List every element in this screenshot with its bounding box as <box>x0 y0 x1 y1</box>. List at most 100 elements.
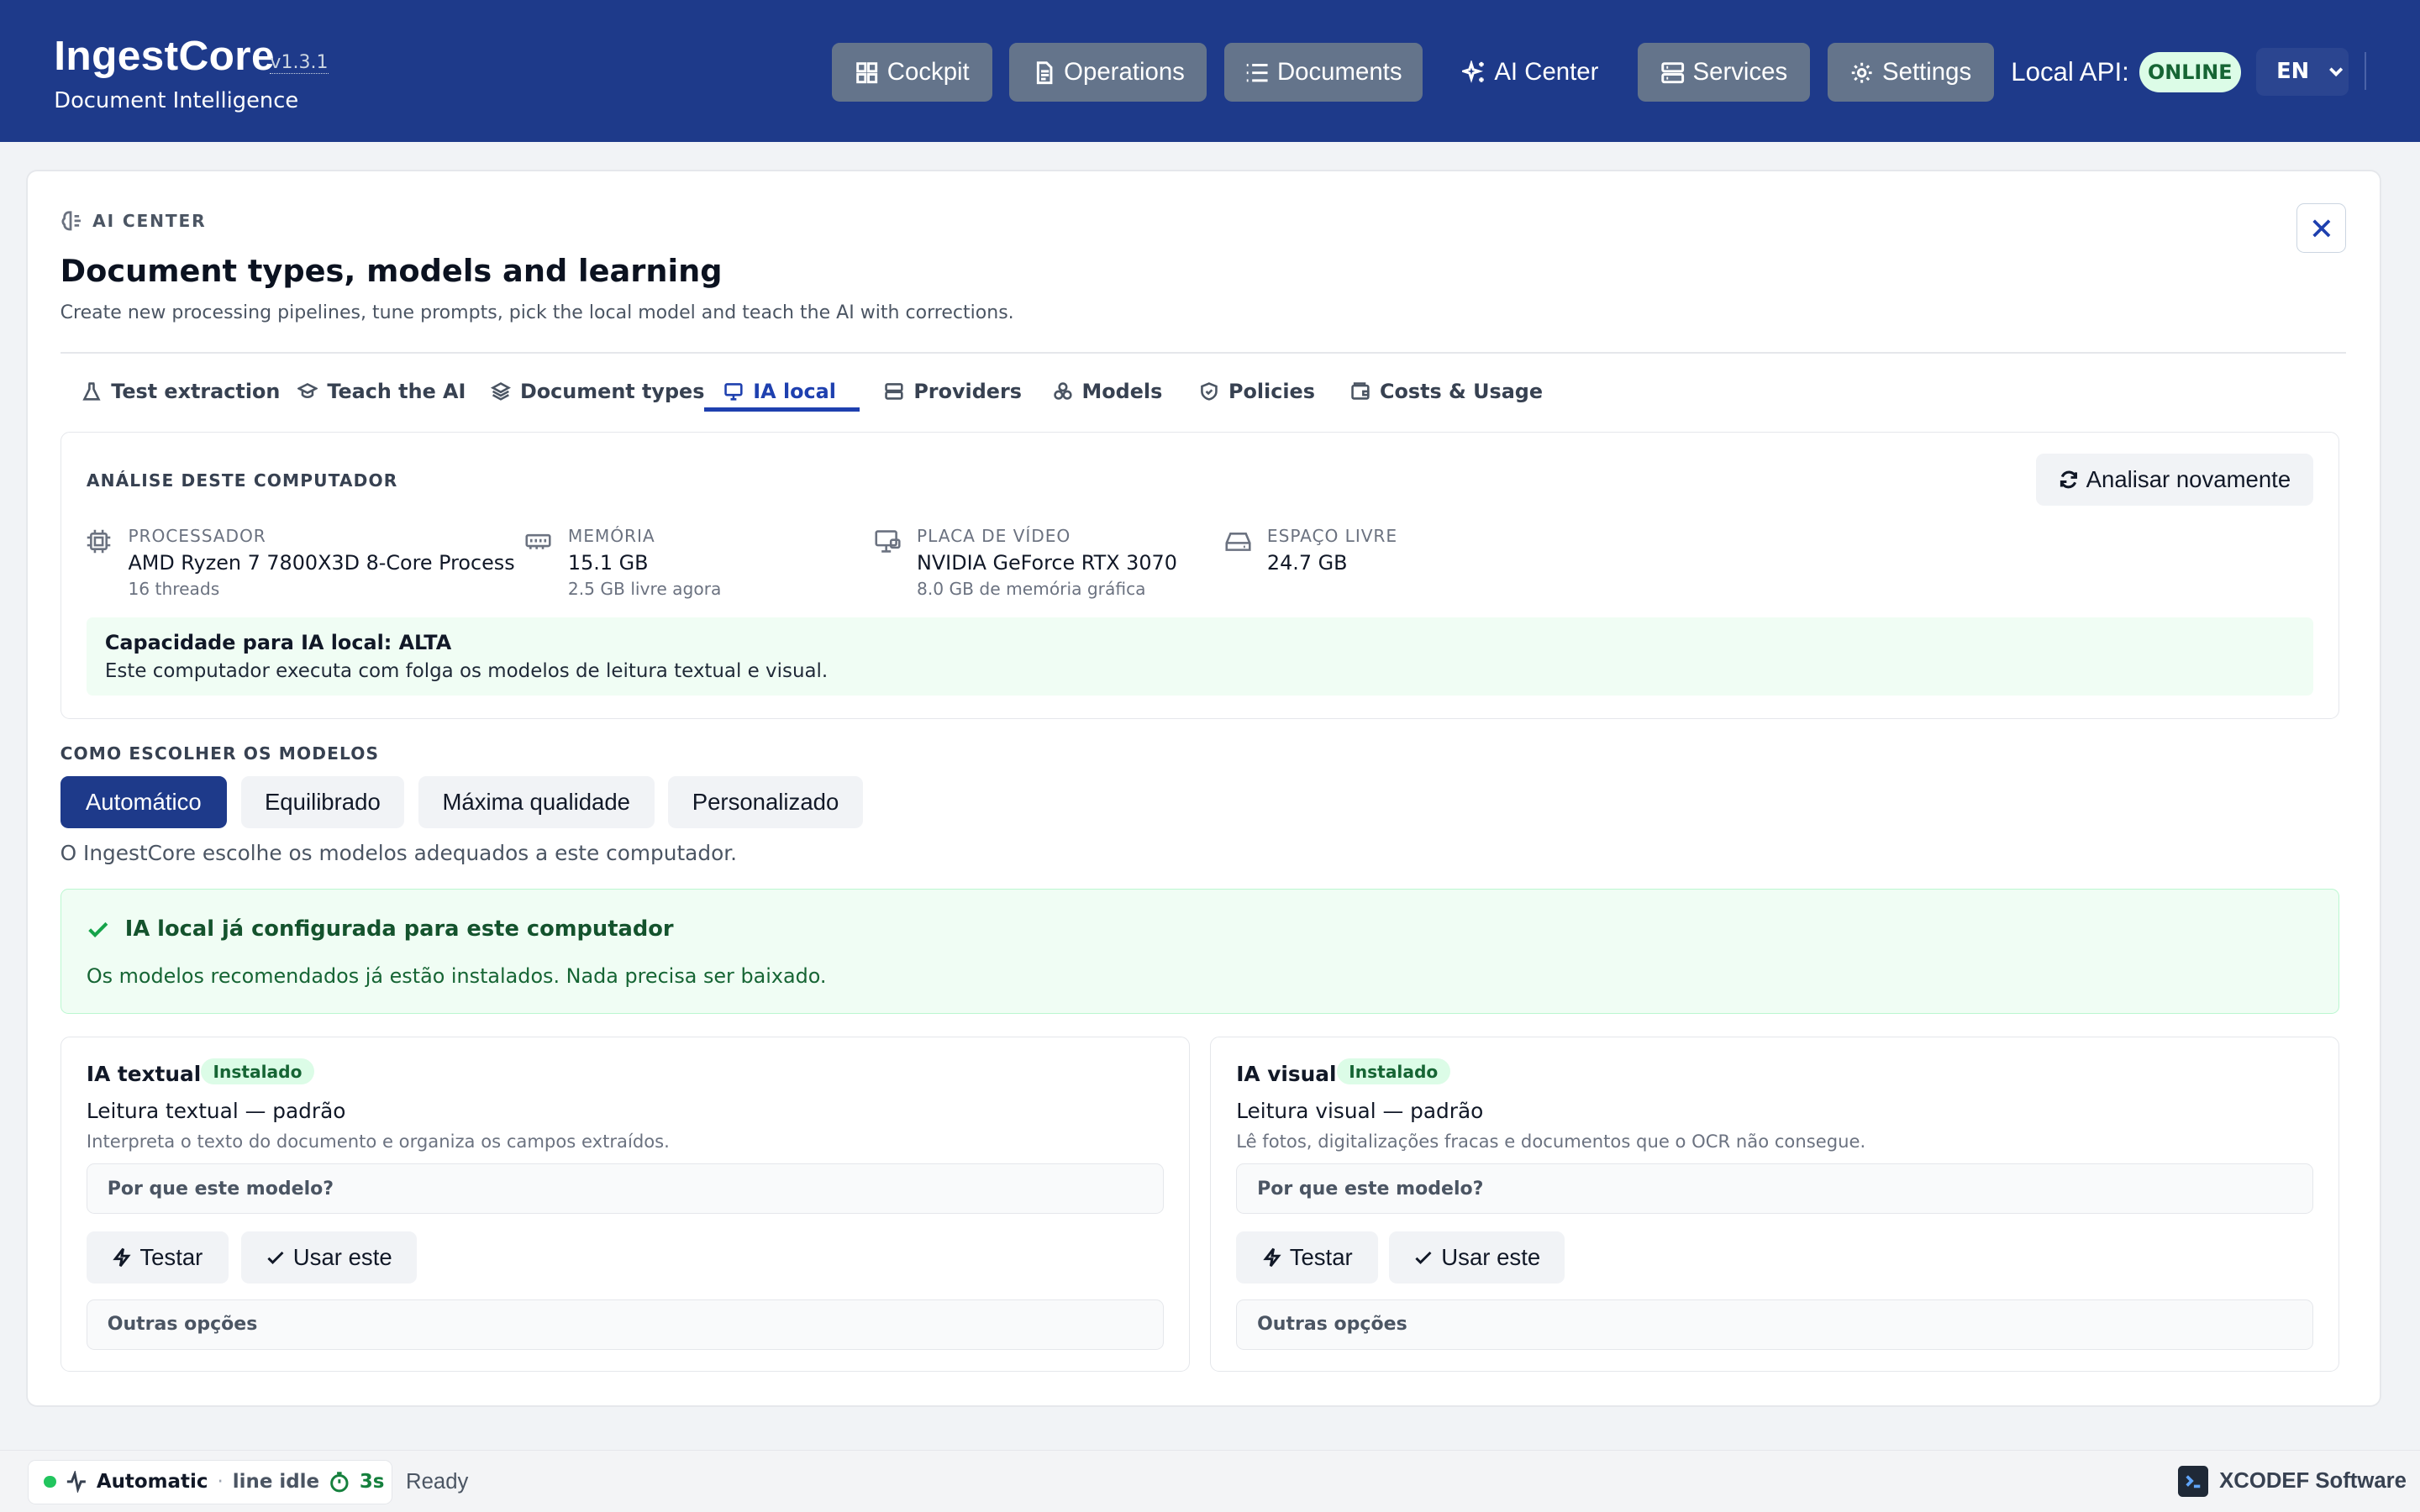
spec-value: 24.7 GB <box>1266 550 1348 575</box>
mode-heading: COMO ESCOLHER OS MODELOS <box>60 743 380 764</box>
monitor-icon <box>724 382 744 401</box>
model-card-title: IA visual <box>1236 1061 1337 1086</box>
test-model-button[interactable]: Testar <box>1236 1231 1379 1284</box>
tab-policies[interactable]: Policies <box>1199 370 1315 412</box>
server-icon <box>885 382 904 400</box>
graduation-cap-icon <box>297 382 318 398</box>
spec-value: AMD Ryzen 7 7800X3D 8-Core Process <box>128 550 515 575</box>
refresh-icon <box>2060 470 2077 489</box>
header-divider <box>2364 52 2366 90</box>
spec-label: PLACA DE VÍDEO <box>916 526 1071 547</box>
sparkles-icon <box>1461 60 1484 83</box>
why-this-model-toggle[interactable]: Por que este modelo? <box>86 1163 1164 1215</box>
eyebrow-label: AI CENTER <box>92 210 207 231</box>
activity-icon <box>66 1471 86 1493</box>
status-mode: Automatic <box>96 1471 208 1494</box>
spec-label: ESPAÇO LIVRE <box>1266 526 1398 547</box>
model-name: Leitura visual — padrão <box>1236 1098 1484 1123</box>
spec-label: MEMÓRIA <box>567 526 655 547</box>
gpu-monitor-icon <box>875 530 901 553</box>
status-dot <box>44 1475 57 1488</box>
tab-label: Costs & Usage <box>1380 379 1544 403</box>
divider <box>60 351 2346 354</box>
capacity-title: Capacidade para IA local: ALTA <box>104 631 452 655</box>
nav-services-button[interactable]: Services <box>1637 43 1811 102</box>
test-label: Testar <box>139 1243 203 1270</box>
mode-automatico-button[interactable]: Automático <box>60 775 227 829</box>
page-description: Create new processing pipelines, tune pr… <box>60 302 1014 323</box>
configured-title-text: IA local já configurada para este comput… <box>124 916 674 942</box>
tab-teach-the-ai[interactable]: Teach the AI <box>297 370 466 412</box>
nav-operations-button[interactable]: Operations <box>1009 43 1207 102</box>
spec-label: PROCESSADOR <box>128 526 266 547</box>
use-model-button[interactable]: Usar este <box>240 1231 417 1284</box>
panel-eyebrow: AI CENTER <box>61 210 206 232</box>
app-subtitle: Document Intelligence <box>54 87 299 113</box>
nav-documents-button[interactable]: Documents <box>1223 43 1423 102</box>
spec-sub: 8.0 GB de memória gráfica <box>916 578 1146 599</box>
tab-providers[interactable]: Providers <box>884 370 1022 412</box>
nav-cockpit-button[interactable]: Cockpit <box>831 43 992 102</box>
capacity-description: Este computador executa com folga os mod… <box>104 660 829 683</box>
mode-description: O IngestCore escolhe os modelos adequado… <box>60 841 738 865</box>
memory-icon <box>525 534 552 549</box>
status-text: Ready <box>406 1470 469 1494</box>
tab-label: Test extraction <box>111 379 281 403</box>
close-button[interactable] <box>2296 203 2346 254</box>
timer-value: 3s <box>359 1471 385 1494</box>
cpu-icon <box>87 529 111 554</box>
check-icon <box>1415 1251 1432 1264</box>
tab-label: Teach the AI <box>327 379 466 403</box>
tab-test-extraction[interactable]: Test extraction <box>82 370 280 412</box>
nav-label: Operations <box>1064 58 1185 87</box>
language-select[interactable]: EN <box>2256 47 2349 96</box>
app-version[interactable]: v1.3.1 <box>270 52 329 75</box>
nav-label: AI Center <box>1494 58 1599 87</box>
mode-maxima-qualidade-button[interactable]: Máxima qualidade <box>418 775 655 829</box>
nav-ai-center-button[interactable]: AI Center <box>1440 43 1621 102</box>
check-icon <box>88 922 108 938</box>
grid-icon <box>856 61 878 83</box>
spec-value: 15.1 GB <box>567 550 649 575</box>
mode-personalizado-button[interactable]: Personalizado <box>668 775 863 829</box>
analysis-heading: ANÁLISE DESTE COMPUTADOR <box>86 470 398 491</box>
model-description: Lê fotos, digitalizações fracas e docume… <box>1236 1131 1866 1152</box>
capacity-banner <box>86 617 2314 696</box>
list-icon <box>1247 63 1268 81</box>
reanalyze-button[interactable]: Analisar novamente <box>2035 453 2314 507</box>
reanalyze-label: Analisar novamente <box>2086 466 2291 493</box>
file-icon <box>1036 60 1053 84</box>
terminal-logo-icon <box>2177 1465 2209 1497</box>
gear-icon <box>1852 62 1873 83</box>
use-model-button[interactable]: Usar este <box>1389 1231 1565 1284</box>
installed-badge: Instalado <box>200 1058 315 1085</box>
tab-models[interactable]: Models <box>1053 370 1163 412</box>
tab-document-types[interactable]: Document types <box>491 370 704 412</box>
tab-label: Policies <box>1228 379 1315 403</box>
nav-label: Documents <box>1276 58 1402 87</box>
why-this-model-toggle[interactable]: Por que este modelo? <box>1236 1163 2314 1215</box>
nav-label: Services <box>1692 58 1788 87</box>
company-brand: XCODEF Software <box>2177 1465 2407 1497</box>
nav-settings-button[interactable]: Settings <box>1827 43 1994 102</box>
shield-icon <box>1201 381 1218 401</box>
configured-title: IA local já configurada para este comput… <box>87 916 674 942</box>
tab-ia-local[interactable]: IA local <box>723 370 836 412</box>
spec-sub: 2.5 GB livre agora <box>567 578 722 599</box>
drive-icon <box>1224 533 1251 552</box>
model-card-title: IA textual <box>86 1061 202 1086</box>
tab-label: Models <box>1081 379 1163 403</box>
bolt-icon <box>113 1247 131 1268</box>
server-icon <box>1661 61 1685 83</box>
active-tab-indicator <box>703 407 860 412</box>
language-value: EN <box>2276 59 2310 85</box>
tab-costs-usage[interactable]: Costs & Usage <box>1350 370 1543 412</box>
pipeline-status-pill[interactable]: Automatic · line idle 3s <box>28 1459 392 1504</box>
other-options-toggle[interactable]: Outras opções <box>1236 1299 2314 1351</box>
test-model-button[interactable]: Testar <box>86 1231 229 1284</box>
wallet-icon <box>1351 381 1370 400</box>
layers-icon <box>491 381 511 401</box>
nav-label: Cockpit <box>886 58 970 87</box>
other-options-toggle[interactable]: Outras opções <box>86 1299 1164 1351</box>
mode-equilibrado-button[interactable]: Equilibrado <box>240 775 405 829</box>
